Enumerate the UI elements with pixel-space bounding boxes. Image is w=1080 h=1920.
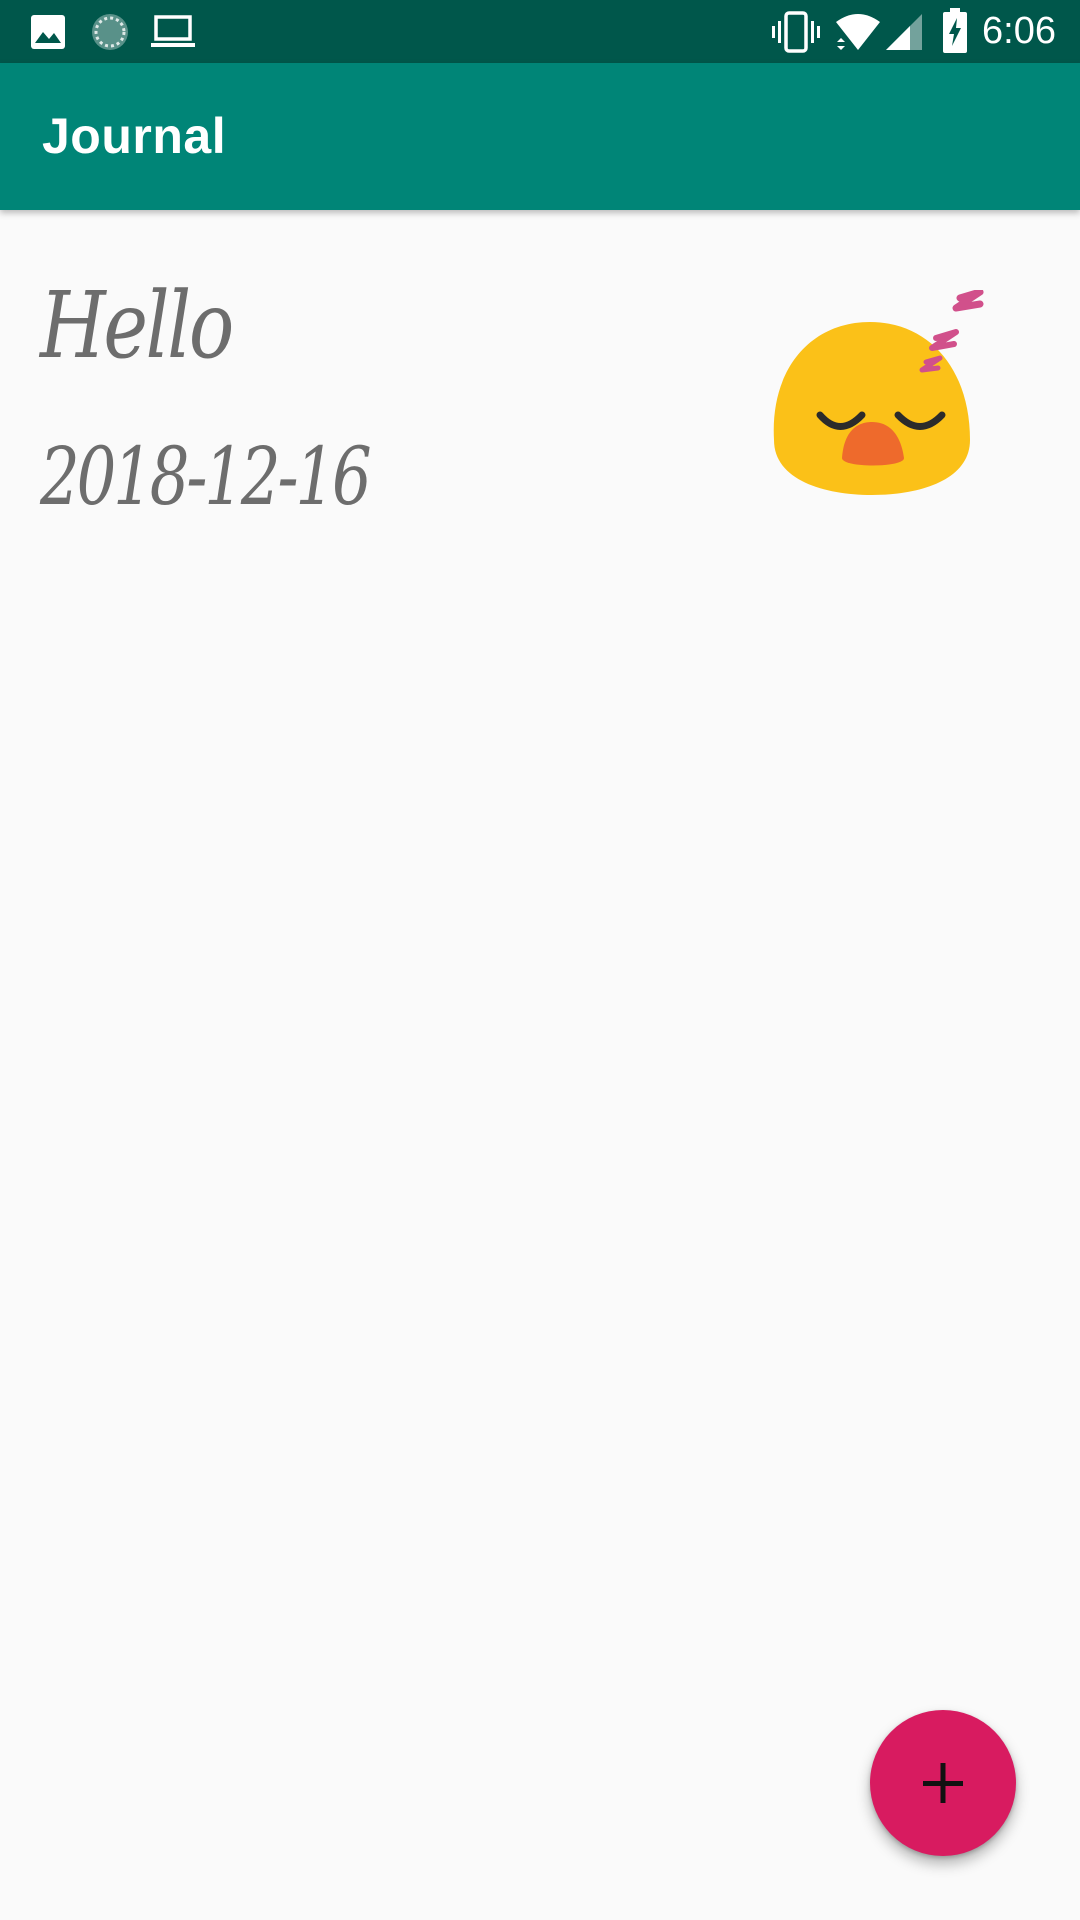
sync-icon [92,14,128,50]
app-title: Journal [42,108,227,164]
journal-entry[interactable]: Hello 2018-12-16 [0,210,1080,570]
plus-icon [923,1763,963,1803]
entry-date: 2018-12-16 [40,430,372,523]
vibrate-icon [772,11,820,53]
battery-charging-icon [943,8,967,53]
entry-title: Hello [40,272,234,379]
status-time: 6:06 [982,10,1056,52]
signal-icon [886,14,922,50]
status-bar: 6:06 [0,0,1080,63]
add-entry-button[interactable] [870,1710,1016,1856]
app-bar: Journal [0,63,1080,210]
laptop-icon [151,15,195,47]
image-icon [31,15,65,49]
sleeping-face-icon [773,290,984,495]
wifi-icon [836,14,880,50]
